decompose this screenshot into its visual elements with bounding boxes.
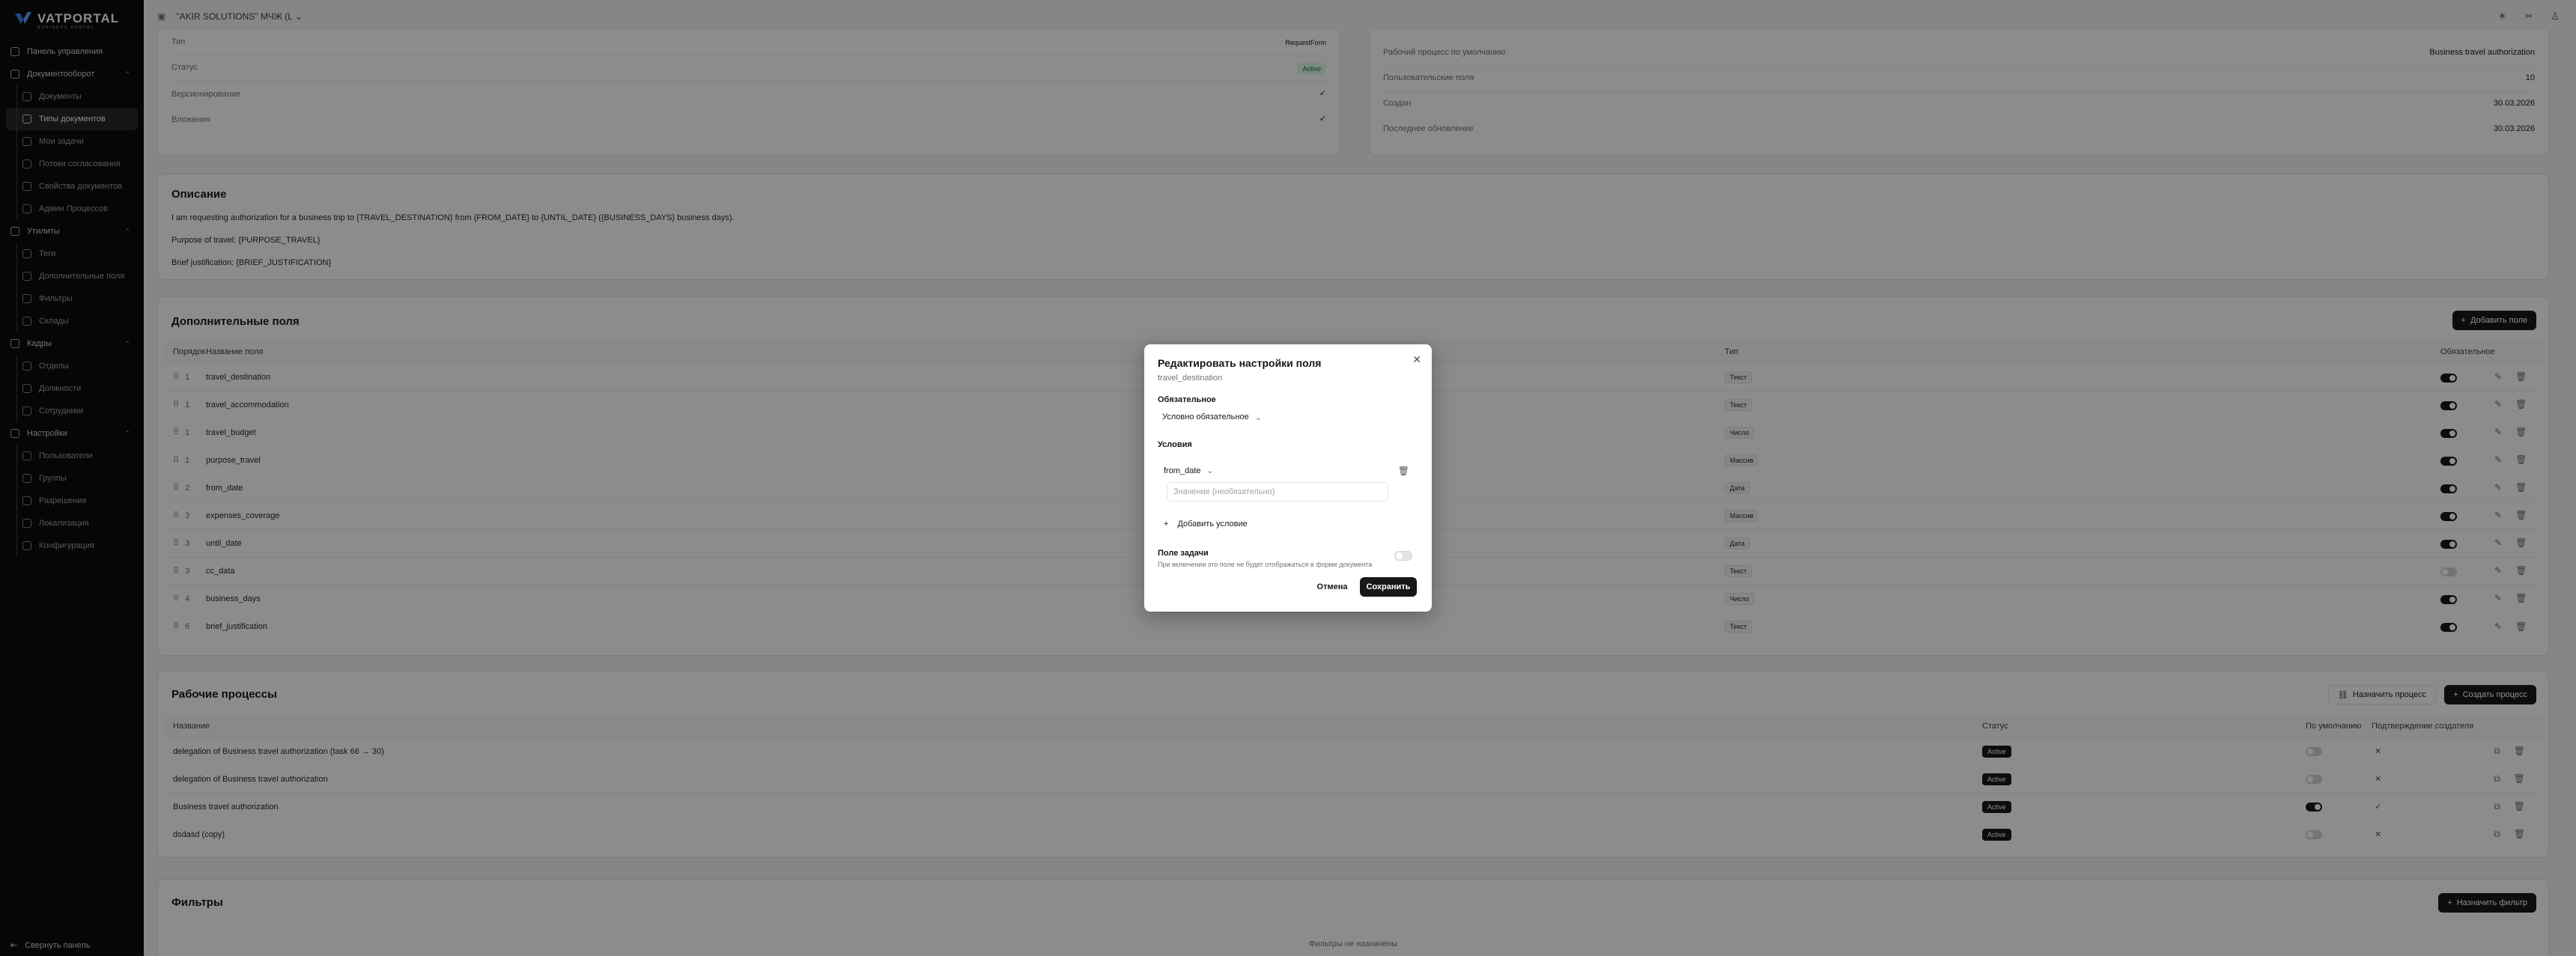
required-select-value: Условно обязательное: [1162, 412, 1249, 421]
conditions-label: Условия: [1158, 440, 1192, 449]
add-condition-button[interactable]: + Добавить условие: [1164, 520, 1248, 529]
modal-title: Редактировать настройки поля: [1158, 357, 1322, 369]
edit-field-modal: Редактировать настройки поля travel_dest…: [1144, 344, 1432, 612]
task-field-toggle[interactable]: [1394, 551, 1412, 561]
plus-icon: +: [1164, 520, 1169, 529]
chevron-down-icon: ⌄: [1206, 466, 1214, 475]
modal-subtitle: travel_destination: [1158, 374, 1223, 383]
condition-field-value: from_date: [1164, 466, 1201, 475]
required-select[interactable]: Условно обязательное ⌄: [1158, 408, 1263, 426]
cancel-button[interactable]: Отмена: [1312, 577, 1352, 597]
close-icon[interactable]: ✕: [1412, 353, 1421, 366]
trash-icon[interactable]: 🗑: [1398, 466, 1409, 476]
required-label: Обязательное: [1158, 395, 1216, 404]
chevron-down-icon: ⌄: [1254, 412, 1262, 422]
add-condition-label: Добавить условие: [1177, 520, 1248, 529]
save-button[interactable]: Сохранить: [1360, 577, 1417, 597]
task-field-label: Поле задачи: [1158, 549, 1209, 558]
condition-value-input[interactable]: Значение (необязательно): [1167, 482, 1388, 502]
task-field-hint: При включении это поле не будет отобража…: [1158, 561, 1373, 568]
condition-value-placeholder: Значение (необязательно): [1173, 487, 1275, 496]
condition-row: from_date ⌄ 🗑 Значение (необязательно): [1158, 457, 1418, 515]
condition-field-select[interactable]: from_date ⌄: [1164, 466, 1214, 476]
